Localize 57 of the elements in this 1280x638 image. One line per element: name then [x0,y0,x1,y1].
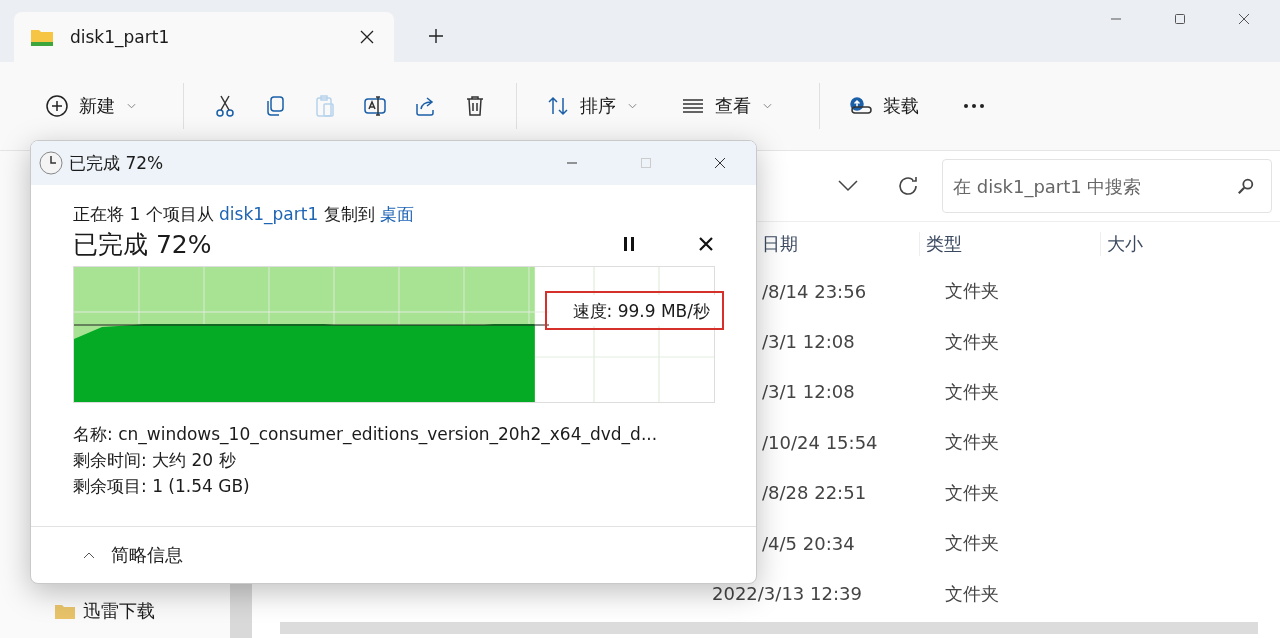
sort-button[interactable]: 排序 [533,86,650,126]
dialog-title: 已完成 72% [69,151,165,175]
pause-icon[interactable] [623,237,635,251]
scissors-icon [213,94,237,118]
table-cell-text: 文件夹 [945,480,1000,505]
table-cell-text: 文件夹 [945,379,1000,404]
refresh-icon[interactable] [896,174,920,198]
sort-icon [546,94,570,118]
column-header[interactable]: 日期 [762,232,920,256]
fewer-details-button[interactable]: 简略信息 [79,539,187,571]
search-input[interactable]: 在 disk1_part1 中搜索 [951,174,1237,198]
column-header[interactable]: 大小 [1099,232,1280,256]
search-icon [1237,177,1255,195]
table-cell-text: /8/14 23:56 [762,280,868,302]
folder-icon [55,603,75,619]
table-cell-text: /8/28 22:51 [762,482,868,504]
sidebar-item[interactable]: 迅雷下载 [55,599,155,623]
chevron-down-icon[interactable] [838,180,858,192]
table-cell-text: /3/1 12:08 [762,331,856,353]
folder-tab[interactable]: disk1_part1 [14,12,394,62]
table-cell-text: 文件夹 [945,329,1000,354]
paste-icon [313,94,337,118]
mount-button[interactable]: 装载 [836,86,932,126]
table-cell-text: /10/24 15:54 [762,431,879,453]
close-icon[interactable] [714,157,726,169]
link[interactable]: 桌面 [380,204,415,224]
plus-circle-icon [45,94,69,118]
view-button[interactable]: 查看 [668,86,785,126]
detail-text: 剩余项目: 1 (1.54 GB) [73,475,251,498]
add-icon[interactable] [428,28,444,44]
search-field[interactable]: 在 disk1_part1 中搜索 [942,159,1272,213]
table-cell-text: 文件夹 [945,531,1000,556]
maximize-icon[interactable] [1174,13,1186,25]
close-icon[interactable] [360,30,374,44]
folder-icon [30,27,54,47]
clock-icon [39,151,63,175]
detail-text: 名称: cn_windows_10_consumer_editions_version_20h2_x64_dvd_d... [73,423,659,447]
table-cell-text: 文件夹 [945,430,1000,455]
maximize-icon [640,157,652,169]
new-button[interactable]: 新建 [32,86,149,126]
detail-text: 剩余时间: 大约 20 秒 [73,449,237,472]
copy-message: 正在将 1 个项目从 disk1_part1 复制到 桌面 [73,203,416,226]
tab-title: disk1_part1 [70,27,171,47]
close-icon[interactable] [1238,13,1250,25]
table-cell-text: 文件夹 [945,279,1000,304]
table-cell-text: 2022/3/13 12:39 [712,583,863,605]
table-cell-text: /4/5 20:34 [762,532,856,554]
caret-up-icon [83,551,95,559]
table-cell-text: 文件夹 [945,581,1000,606]
close-icon[interactable] [699,237,713,251]
link[interactable]: disk1_part1 [219,204,319,224]
progress-heading: 已完成 72% [73,228,213,261]
more-icon [963,103,985,109]
share-icon [413,94,437,118]
rename-icon [363,94,387,118]
column-header[interactable]: 类型 [919,232,1100,256]
table-cell-text: /3/1 12:08 [762,381,856,403]
